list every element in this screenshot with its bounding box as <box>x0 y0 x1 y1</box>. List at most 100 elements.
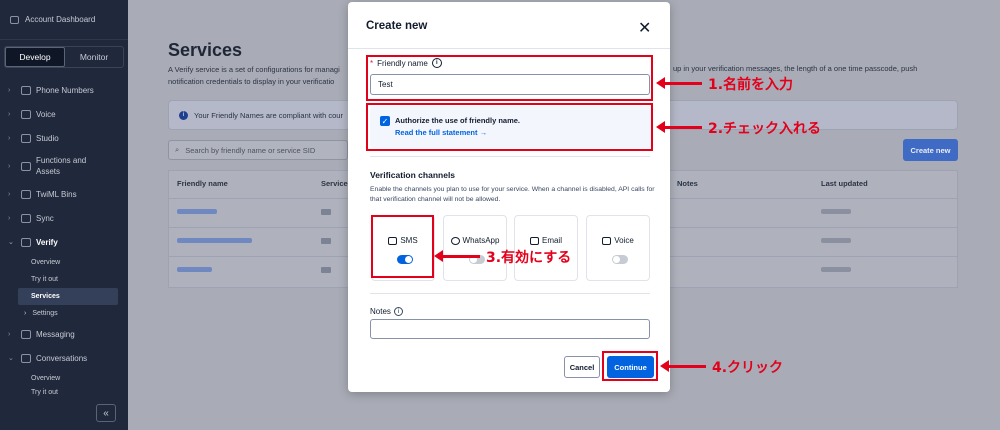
chevron-right-icon: › <box>8 86 11 94</box>
annotation-step1: 1.名前を入力 <box>708 77 794 93</box>
message-icon <box>21 329 31 339</box>
tab-develop[interactable]: Develop <box>5 47 65 67</box>
email-icon <box>529 236 539 245</box>
arrow-step1 <box>656 77 702 89</box>
sidebar-subitem-services[interactable]: Services <box>18 288 118 305</box>
channel-label-text: Email <box>541 236 562 245</box>
chevron-down-icon: ⌄ <box>8 355 14 362</box>
sidebar-item-label: Messaging <box>36 329 75 339</box>
search-placeholder: Search by friendly name or service SID <box>185 145 316 155</box>
bin-icon <box>21 189 31 199</box>
sidebar-subitem-try-it-out[interactable]: Try it out <box>0 271 128 288</box>
close-icon[interactable]: ✕ <box>638 18 651 38</box>
section-divider <box>370 293 650 294</box>
collapse-sidebar-button[interactable]: « <box>96 404 116 422</box>
annotation-step2: 2.チェック入れる <box>708 121 822 137</box>
chevron-right-icon: › <box>8 214 11 222</box>
sidebar-item-messaging[interactable]: › Messaging <box>0 322 128 346</box>
chevron-right-icon: › <box>24 310 27 317</box>
column-header-notes: Notes <box>677 179 698 188</box>
verification-channels-title: Verification channels <box>370 170 456 180</box>
sidebar-item-label: Sync <box>36 213 54 223</box>
sidebar-item-verify[interactable]: ⌄ Verify <box>0 230 128 254</box>
account-dashboard-link[interactable]: Account Dashboard <box>0 0 128 40</box>
channel-label: Email <box>515 236 577 245</box>
channel-label-text: WhatsApp <box>462 236 500 245</box>
verify-check-icon <box>21 237 31 247</box>
sidebar-subitem-conv-overview[interactable]: Overview <box>0 370 128 387</box>
sidebar-item-label: Studio <box>36 133 59 143</box>
sidebar-item-label: Verify <box>36 237 58 247</box>
chevron-right-icon: › <box>8 110 11 118</box>
whatsapp-icon <box>450 236 460 245</box>
column-header-friendly-name: Friendly name <box>177 179 228 188</box>
account-dashboard-label: Account Dashboard <box>25 15 96 24</box>
search-icon: ⌕ <box>175 145 180 154</box>
section-divider <box>370 156 650 157</box>
sidebar-item-label: Conversations <box>36 353 88 363</box>
chevron-right-icon: › <box>8 134 11 142</box>
phone-icon <box>602 236 612 245</box>
arrow-step2 <box>656 121 702 133</box>
sidebar-subitem-overview[interactable]: Overview <box>0 254 128 271</box>
verification-channels-description: Enable the channels you plan to use for … <box>370 186 655 203</box>
arrow-step3 <box>434 250 480 262</box>
modal-divider <box>348 48 670 49</box>
tab-monitor[interactable]: Monitor <box>65 47 123 67</box>
sidebar-item-label-line1: Functions and <box>36 156 87 165</box>
search-input[interactable]: ⌕ Search by friendly name or service SID <box>168 140 348 160</box>
info-icon[interactable]: i <box>393 307 403 316</box>
channel-card-voice[interactable]: Voice <box>586 215 650 281</box>
highlight-sms <box>371 215 434 278</box>
column-header-service: Service <box>321 179 348 188</box>
sidebar-item-studio[interactable]: › Studio <box>0 126 128 150</box>
notes-label: Notes i <box>370 307 403 316</box>
phone-icon <box>21 109 31 119</box>
hash-icon <box>21 85 31 95</box>
sidebar-item-conversations[interactable]: ⌄ Conversations <box>0 346 128 370</box>
functions-icon <box>21 161 31 171</box>
sidebar-item-label: Phone Numbers <box>36 85 94 95</box>
channel-label: WhatsApp <box>444 236 506 245</box>
info-icon: i <box>179 110 188 120</box>
sidebar-subitem-label: Settings <box>32 310 58 317</box>
page-title: Services <box>168 40 243 60</box>
annotation-step3: 3.有効にする <box>486 250 572 266</box>
highlight-friendly-name <box>366 55 653 101</box>
chevron-right-icon: › <box>8 330 11 338</box>
modal-title: Create new <box>366 20 428 32</box>
chevron-right-icon: › <box>8 162 11 170</box>
create-new-button[interactable]: Create new <box>903 139 958 161</box>
sidebar-item-sync[interactable]: › Sync <box>0 206 128 230</box>
sidebar-item-label: TwiML Bins <box>36 189 77 199</box>
sidebar-item-label: Functions and Assets <box>36 155 86 177</box>
highlight-continue <box>602 351 658 381</box>
cancel-button[interactable]: Cancel <box>564 356 600 378</box>
notes-label-text: Notes <box>370 307 391 316</box>
dashboard-icon <box>10 15 19 24</box>
sidebar-subitem-conv-try-it-out[interactable]: Try it out <box>0 387 128 397</box>
sidebar-item-functions[interactable]: › Functions and Assets <box>0 150 128 182</box>
notes-input[interactable] <box>370 319 650 339</box>
info-banner-text: Your Friendly Names are compliant with c… <box>194 110 343 120</box>
sync-icon <box>21 213 31 223</box>
sidebar-item-label-line2: Assets <box>36 167 61 176</box>
channel-label: Voice <box>587 236 649 245</box>
sidebar: Account Dashboard Develop Monitor › Phon… <box>0 0 128 430</box>
chevron-right-icon: › <box>8 190 11 198</box>
sidebar-item-label: Voice <box>36 109 56 119</box>
annotation-step4: 4.クリック <box>712 360 784 376</box>
sidebar-item-voice[interactable]: › Voice <box>0 102 128 126</box>
chevron-down-icon: ⌄ <box>8 239 14 246</box>
studio-icon <box>21 133 31 143</box>
conversations-icon <box>21 353 31 363</box>
sidebar-item-phone-numbers[interactable]: › Phone Numbers <box>0 78 128 102</box>
column-header-last-updated: Last updated <box>821 179 868 188</box>
voice-toggle[interactable] <box>612 255 628 264</box>
highlight-authorize <box>366 103 653 151</box>
sidebar-tabs: Develop Monitor <box>4 46 124 68</box>
sidebar-subitem-settings[interactable]: › Settings <box>0 305 128 322</box>
sidebar-item-twiml-bins[interactable]: › TwiML Bins <box>0 182 128 206</box>
channel-label-text: Voice <box>614 236 634 245</box>
arrow-step4 <box>660 360 706 372</box>
